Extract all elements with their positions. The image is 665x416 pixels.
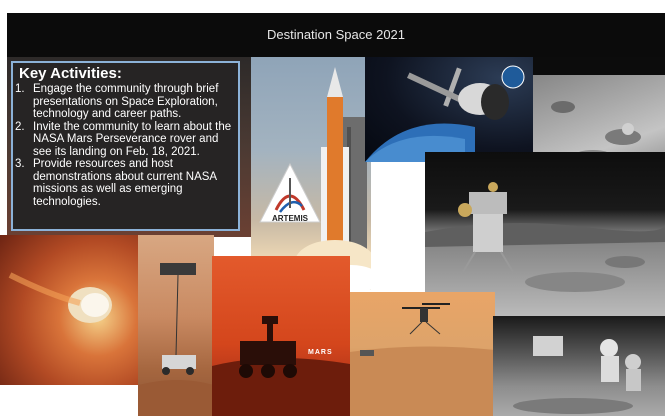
title-bar: Destination Space 2021	[7, 13, 665, 57]
activities-list: 1. Engage the community through brief pr…	[13, 83, 239, 208]
artemis-label: ARTEMIS	[272, 214, 308, 223]
presentation-slide: Destination Space 2021 MARS ARTEMIS Key …	[0, 0, 665, 416]
list-text: Invite the community to learn about the …	[33, 120, 232, 158]
ingenuity-helicopter-photo	[350, 292, 495, 416]
astronauts-on-moon-photo	[493, 316, 665, 416]
list-number: 1.	[15, 83, 25, 95]
list-number: 2.	[15, 120, 25, 133]
key-activities-heading: Key Activities:	[19, 65, 122, 82]
mars-entry-capsule-photo	[0, 235, 140, 385]
list-item: 1. Engage the community through brief pr…	[13, 83, 239, 121]
slide-title: Destination Space 2021	[266, 27, 406, 42]
mars-perseverance-poster: MARS	[212, 256, 350, 416]
skycrane-landing-photo	[138, 235, 214, 416]
mars-logo: MARS	[308, 349, 333, 356]
list-text: Provide resources and host demonstration…	[33, 158, 217, 208]
list-item: 2. Invite the community to learn about t…	[13, 121, 239, 159]
list-text: Engage the community through brief prese…	[33, 83, 219, 120]
list-item: 3. Provide resources and host demonstrat…	[13, 158, 239, 208]
orion-spacecraft-photo	[365, 57, 535, 162]
artemis-logo: ARTEMIS	[258, 162, 322, 234]
key-activities-box: Key Activities: 1. Engage the community …	[11, 61, 240, 231]
list-number: 3.	[15, 158, 25, 170]
